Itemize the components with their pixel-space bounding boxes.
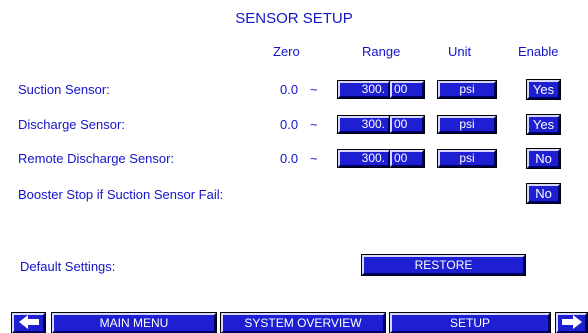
- zero-value: 0.0: [280, 117, 299, 132]
- prev-button[interactable]: [11, 312, 46, 333]
- range-integer-input[interactable]: 300.: [337, 149, 391, 168]
- enable-toggle[interactable]: No: [526, 148, 561, 169]
- range-decimal-input[interactable]: 00: [389, 80, 425, 99]
- default-settings-label: Default Settings:: [20, 259, 116, 274]
- unit-select[interactable]: psi: [437, 80, 497, 99]
- arrow-left-icon: [18, 315, 39, 329]
- header-zero: Zero: [273, 44, 300, 59]
- range-decimal-input[interactable]: 00: [389, 149, 425, 168]
- enable-toggle[interactable]: Yes: [526, 79, 561, 100]
- next-button[interactable]: [555, 312, 588, 333]
- booster-stop-toggle[interactable]: No: [526, 183, 561, 204]
- header-range: Range: [362, 44, 401, 59]
- main-menu-button[interactable]: MAIN MENU: [51, 312, 217, 333]
- setup-button[interactable]: SETUP: [389, 312, 551, 333]
- unit-select[interactable]: psi: [437, 149, 497, 168]
- zero-value: 0.0: [280, 151, 299, 166]
- row-label: Remote Discharge Sensor:: [18, 151, 175, 166]
- page-title: SENSOR SETUP: [235, 10, 353, 27]
- range-integer-input[interactable]: 300.: [337, 80, 391, 99]
- enable-toggle[interactable]: Yes: [526, 114, 561, 135]
- row-label: Suction Sensor:: [18, 82, 110, 97]
- range-integer-input[interactable]: 300.: [337, 115, 391, 134]
- row-label: Discharge Sensor:: [18, 117, 125, 132]
- restore-button[interactable]: RESTORE: [361, 254, 526, 276]
- header-enable: Enable: [518, 44, 559, 59]
- zero-value: 0.0: [280, 82, 299, 97]
- header-unit: Unit: [448, 44, 472, 59]
- unit-select[interactable]: psi: [437, 115, 497, 134]
- range-decimal-input[interactable]: 00: [389, 115, 425, 134]
- range-separator: ~: [310, 82, 318, 97]
- arrow-right-icon: [561, 315, 582, 329]
- range-separator: ~: [310, 117, 318, 132]
- system-overview-button[interactable]: SYSTEM OVERVIEW: [220, 312, 386, 333]
- range-separator: ~: [310, 151, 318, 166]
- row-label: Booster Stop if Suction Sensor Fail:: [18, 187, 224, 202]
